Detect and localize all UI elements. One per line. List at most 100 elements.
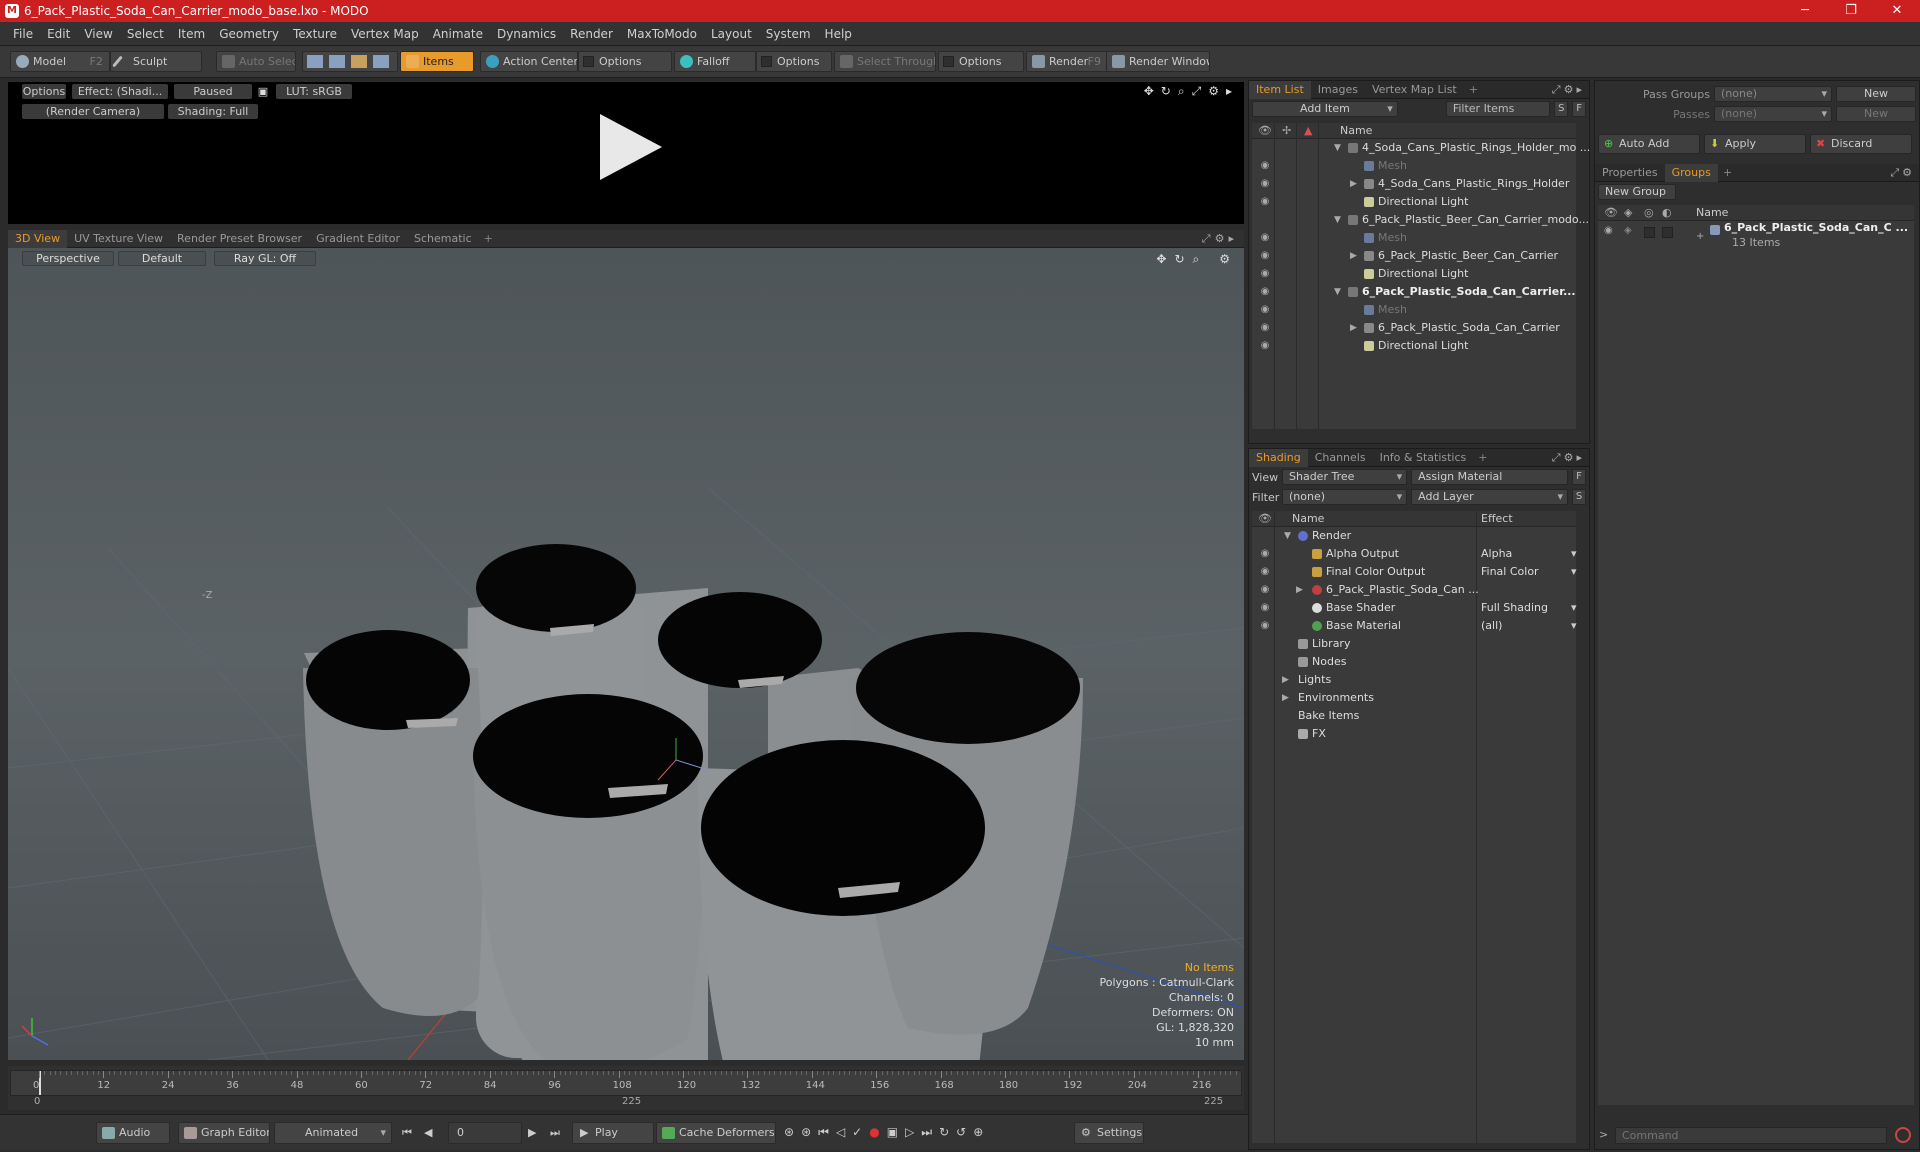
- item-row-light[interactable]: ◉ Directional Light: [1252, 337, 1576, 355]
- tab-images[interactable]: Images: [1311, 81, 1365, 99]
- gear-icon[interactable]: ⚙: [1564, 451, 1577, 464]
- next-frame-icon[interactable]: ▶: [528, 1126, 536, 1139]
- restore-icon[interactable]: ❐: [1828, 0, 1874, 22]
- key-icon[interactable]: ⊛: [784, 1125, 794, 1140]
- item-row-mesh[interactable]: ◉ Mesh: [1252, 157, 1576, 175]
- shading-f-toggle[interactable]: F: [1572, 469, 1586, 485]
- preview-effect-dropdown[interactable]: Effect: (Shadi...: [72, 84, 168, 99]
- graph-editor-button[interactable]: Graph Editor: [178, 1122, 270, 1144]
- item-row-mesh[interactable]: ◉ Mesh: [1252, 301, 1576, 319]
- rotate-icon[interactable]: ↻: [1161, 84, 1171, 99]
- select-through-options-button[interactable]: Options: [938, 51, 1024, 72]
- eye-icon[interactable]: ◉: [1258, 175, 1272, 193]
- 3d-viewport[interactable]: -Z Perspective Default Ray GL: Off ✥ ↻ ⌕ ⚙ …: [8, 248, 1244, 1060]
- tab-vertex-map-list[interactable]: Vertex Map List: [1365, 81, 1464, 99]
- new-pass-group-button[interactable]: New: [1836, 86, 1916, 102]
- add-tab-icon[interactable]: +: [479, 232, 498, 245]
- audio-button[interactable]: Audio: [96, 1122, 170, 1144]
- render-button[interactable]: Render F9: [1026, 51, 1108, 72]
- shader-row-fx[interactable]: FX: [1252, 725, 1576, 743]
- view-dropdown[interactable]: Shader Tree: [1282, 469, 1408, 485]
- select-through-checkbox[interactable]: [943, 56, 954, 67]
- expand-icon[interactable]: ⤢: [1890, 166, 1902, 179]
- rotate-icon[interactable]: ↻: [1174, 252, 1184, 267]
- new-pass-button[interactable]: New: [1836, 106, 1916, 122]
- timeline-ruler[interactable]: 0 12 24 36 48 60 72 84 96 108 120 132 144 156 168 180 19…: [10, 1070, 1242, 1096]
- eye-icon[interactable]: ◉: [1258, 337, 1272, 355]
- gear-icon[interactable]: ⚙: [1564, 83, 1577, 96]
- options-checkbox[interactable]: [583, 56, 594, 67]
- filter-items-input[interactable]: Filter Items: [1445, 101, 1551, 117]
- action-center-options-button[interactable]: Options: [578, 51, 672, 72]
- tab-gradient-editor[interactable]: Gradient Editor: [309, 230, 407, 248]
- menu-help[interactable]: Help: [818, 27, 859, 41]
- soda-cans-model[interactable]: [303, 544, 1083, 1060]
- group-row[interactable]: ◉ ◈ + 6_Pack_Plastic_Soda_Can_C ... 13 I…: [1598, 221, 1914, 257]
- expand-icon[interactable]: +: [1696, 231, 1704, 242]
- perspective-dropdown[interactable]: Perspective: [22, 251, 114, 266]
- move-icon[interactable]: ✥: [1144, 84, 1154, 99]
- shader-row-alpha-output[interactable]: ◉ Alpha Output Alpha: [1252, 545, 1578, 563]
- item-row-mesh-group[interactable]: ◉ ▶ 4_Soda_Cans_Plastic_Rings_Holder: [1252, 175, 1576, 193]
- shader-row-nodes[interactable]: Nodes: [1252, 653, 1576, 671]
- falloff-options-button[interactable]: Options: [756, 51, 832, 72]
- eye-icon[interactable]: ◉: [1258, 617, 1272, 635]
- gear-icon[interactable]: ⚙: [1215, 232, 1229, 245]
- tab-schematic[interactable]: Schematic: [407, 230, 479, 248]
- item-row-scene-2[interactable]: ▼ 6_Pack_Plastic_Beer_Can_Carrier_modo...: [1252, 211, 1589, 229]
- effect-dropdown[interactable]: (all): [1481, 617, 1579, 635]
- item-row-mesh[interactable]: ◉ Mesh: [1252, 229, 1576, 247]
- item-name-col[interactable]: Name: [1340, 123, 1372, 139]
- menu-edit[interactable]: Edit: [40, 27, 77, 41]
- effect-dropdown[interactable]: Final Color: [1481, 563, 1576, 581]
- auto-select-button[interactable]: Auto Select: [216, 51, 296, 72]
- arrow-right-icon[interactable]: ▸: [1576, 451, 1585, 464]
- item-row-scene-3[interactable]: ◉ ▼ 6_Pack_Plastic_Soda_Can_Carrier...: [1252, 283, 1576, 301]
- key-icon[interactable]: ⊛: [801, 1125, 811, 1140]
- shader-row-final-color[interactable]: ◉ Final Color Output Final Color: [1252, 563, 1576, 581]
- arrow-right-icon[interactable]: ▸: [1226, 84, 1232, 99]
- item-list-f-toggle[interactable]: F: [1572, 101, 1587, 117]
- vertices-mode-icon[interactable]: [307, 55, 323, 68]
- settings-button[interactable]: ⚙ Settings: [1074, 1122, 1144, 1144]
- eye-icon[interactable]: ◉: [1258, 229, 1272, 247]
- preview-lut-dropdown[interactable]: LUT: sRGB: [276, 84, 352, 99]
- prev-frame-icon[interactable]: ◀: [424, 1126, 432, 1139]
- eye-icon[interactable]: ◉: [1258, 193, 1272, 211]
- tab-3d-view[interactable]: 3D View: [8, 229, 68, 248]
- menu-select[interactable]: Select: [120, 27, 171, 41]
- render-toggle-icon[interactable]: ◈: [1624, 225, 1632, 236]
- eye-icon[interactable]: ◉: [1258, 319, 1272, 337]
- model-mode-button[interactable]: Model F2: [10, 51, 110, 72]
- zoom-icon[interactable]: ⌕: [1178, 84, 1185, 99]
- menu-vertex-map[interactable]: Vertex Map: [344, 27, 426, 41]
- menu-file[interactable]: File: [6, 27, 40, 41]
- shader-row-bake-items[interactable]: Bake Items: [1252, 707, 1576, 725]
- eye-icon[interactable]: ◉: [1258, 581, 1272, 599]
- edges-mode-icon[interactable]: [329, 55, 345, 68]
- render-window-button[interactable]: Render Window: [1106, 51, 1210, 72]
- items-mode-button[interactable]: Items: [400, 51, 474, 72]
- menu-system[interactable]: System: [759, 27, 818, 41]
- assign-material-button[interactable]: Assign Material: [1411, 469, 1569, 485]
- item-row-scene-1[interactable]: ▼ 4_Soda_Cans_Plastic_Rings_Holder_mo ...: [1252, 139, 1590, 157]
- eye-icon[interactable]: ◉: [1258, 599, 1272, 617]
- passes-dropdown[interactable]: (none): [1714, 106, 1832, 122]
- eye-icon[interactable]: ◉: [1258, 247, 1272, 265]
- command-input[interactable]: [1615, 1127, 1887, 1144]
- eye-icon[interactable]: ◉: [1258, 545, 1272, 563]
- preview-paused-button[interactable]: Paused: [174, 84, 252, 99]
- arrow-right-icon[interactable]: ▸: [1576, 83, 1585, 96]
- auto-add-button[interactable]: ⊕ Auto Add: [1598, 134, 1700, 154]
- select-through-button[interactable]: Select Through: [834, 51, 936, 72]
- play-button[interactable]: ▶ Play: [572, 1122, 654, 1144]
- key-set-icon[interactable]: ▣: [887, 1125, 898, 1140]
- tab-shading[interactable]: Shading: [1249, 448, 1308, 467]
- zoom-icon[interactable]: ⌕: [1193, 252, 1200, 267]
- gear-icon[interactable]: ⚙: [1219, 252, 1230, 267]
- prev-key-icon[interactable]: ◁: [836, 1125, 845, 1140]
- eye-icon[interactable]: ◉: [1258, 563, 1272, 581]
- tab-groups[interactable]: Groups: [1664, 163, 1718, 182]
- tab-info-statistics[interactable]: Info & Statistics: [1373, 449, 1474, 467]
- goto-end-icon[interactable]: ⏭: [550, 1126, 560, 1140]
